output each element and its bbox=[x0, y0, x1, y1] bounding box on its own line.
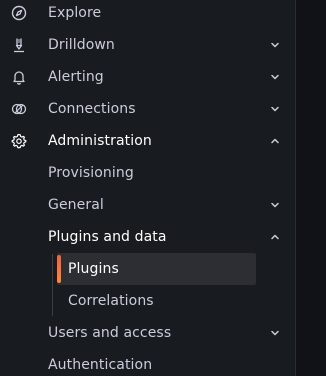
nav-item-alerting[interactable]: Alerting bbox=[0, 61, 296, 93]
nav-item-label: Connections bbox=[48, 101, 136, 117]
chevron-up-icon[interactable] bbox=[270, 136, 280, 146]
nav-item-label: Explore bbox=[48, 5, 102, 21]
nav-item-administration[interactable]: Administration bbox=[0, 125, 296, 157]
nav-subitem-provisioning[interactable]: Provisioning bbox=[0, 157, 296, 189]
nav-subitem-plugins-and-data[interactable]: Plugins and data bbox=[0, 221, 296, 253]
nav-subitem-authentication[interactable]: Authentication bbox=[0, 349, 296, 376]
chevron-down-icon[interactable] bbox=[270, 200, 280, 210]
nav-subitem-label: Authentication bbox=[48, 357, 153, 373]
chevron-down-icon[interactable] bbox=[270, 104, 280, 114]
nav-subitem-plugins[interactable]: Plugins bbox=[0, 253, 296, 285]
nav-item-connections[interactable]: Connections bbox=[0, 93, 296, 125]
nav-subitem-label: Users and access bbox=[48, 325, 172, 341]
connections-icon bbox=[11, 101, 27, 117]
bell-icon bbox=[11, 69, 27, 85]
chevron-down-icon[interactable] bbox=[270, 40, 280, 50]
nav-subitem-label: Provisioning bbox=[48, 165, 134, 181]
nav-item-label: Alerting bbox=[48, 69, 104, 85]
drilldown-icon bbox=[11, 37, 27, 53]
nav-subitem-correlations[interactable]: Correlations bbox=[0, 285, 296, 317]
nav-item-explore[interactable]: Explore bbox=[0, 0, 296, 29]
nav-item-drilldown[interactable]: Drilldown bbox=[0, 29, 296, 61]
nav-sidebar: Explore Drilldown Alerting Connections A… bbox=[0, 0, 296, 376]
nav-subitem-label: Correlations bbox=[68, 293, 154, 309]
nav-item-label: Drilldown bbox=[48, 37, 115, 53]
nav-subitem-label: Plugins and data bbox=[48, 229, 167, 245]
nav-subitem-general[interactable]: General bbox=[0, 189, 296, 221]
chevron-down-icon[interactable] bbox=[270, 72, 280, 82]
nav-subitem-label: Plugins bbox=[68, 261, 119, 277]
nav-subitem-label: General bbox=[48, 197, 104, 213]
nav-subitem-users-and-access[interactable]: Users and access bbox=[0, 317, 296, 349]
chevron-up-icon[interactable] bbox=[270, 232, 280, 242]
nav-item-label: Administration bbox=[48, 133, 152, 149]
gear-icon bbox=[11, 133, 27, 149]
chevron-down-icon[interactable] bbox=[270, 328, 280, 338]
compass-icon bbox=[11, 5, 27, 21]
